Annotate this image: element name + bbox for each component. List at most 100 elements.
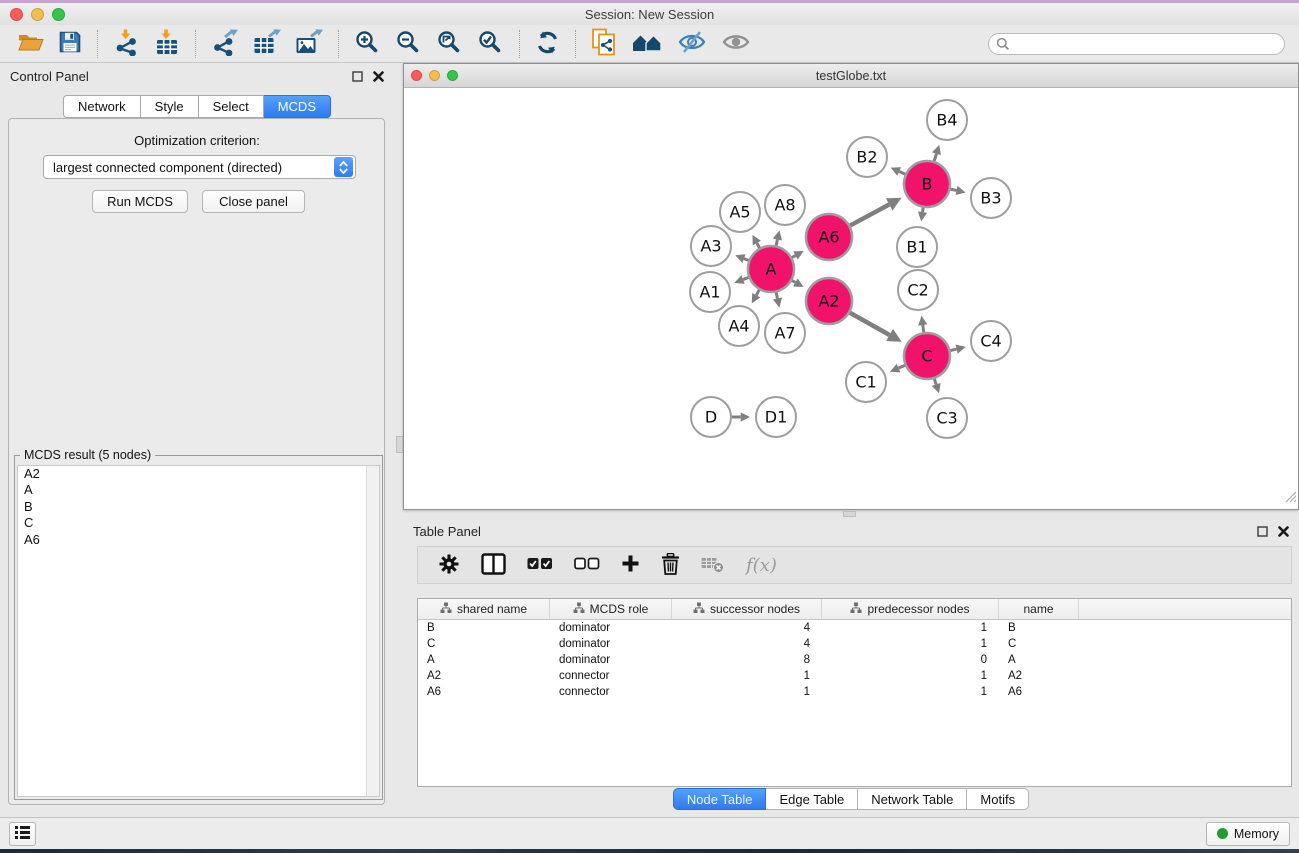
clone-network-button[interactable] [589, 28, 619, 60]
table-cell: 4 [672, 622, 822, 634]
graph-node-label: A8 [774, 196, 795, 215]
mcds-result-item[interactable]: A2 [18, 466, 379, 482]
import-table-button[interactable] [152, 28, 182, 60]
graph-node-label: C4 [980, 332, 1001, 351]
mcds-result-item[interactable]: C [18, 515, 379, 531]
tab-node-table[interactable]: Node Table [673, 788, 767, 810]
desktop-background [0, 849, 1299, 853]
task-history-button[interactable] [9, 822, 36, 846]
table-cell: 1 [672, 686, 822, 698]
graph-edge-A-A4[interactable] [756, 290, 759, 295]
network-canvas[interactable]: B4B2BB3A8A5A6A3B1AA1C2A2A4A7C4CC1DD1C3 [404, 88, 1298, 509]
graph-edge-A2-C[interactable] [850, 313, 890, 335]
graph-edge-C-C1[interactable] [898, 365, 904, 368]
column-header-predecessor-nodes[interactable]: predecessor nodes [822, 599, 999, 619]
horizontal-split-handle[interactable] [843, 511, 856, 517]
run-mcds-button[interactable]: Run MCDS [92, 190, 188, 213]
resize-grip-icon[interactable] [1284, 490, 1297, 508]
zoom-fit-button[interactable] [434, 28, 465, 60]
mcds-list-scrollbar[interactable] [366, 466, 379, 796]
toolbar-separator [195, 30, 196, 58]
table-row[interactable]: Cdominator41C [418, 636, 1291, 652]
memory-button[interactable]: Memory [1206, 822, 1290, 846]
tab-select[interactable]: Select [199, 95, 264, 118]
export-table-button[interactable] [251, 28, 283, 60]
tab-mcds[interactable]: MCDS [264, 95, 331, 118]
open-session-button[interactable] [15, 28, 46, 60]
graph-edge-B-B3[interactable] [950, 189, 956, 190]
mcds-result-item[interactable]: A6 [18, 532, 379, 548]
zoom-out-button[interactable] [393, 28, 424, 60]
network-window-titlebar[interactable]: testGlobe.txt [404, 64, 1298, 88]
delete-column-button[interactable] [655, 551, 686, 580]
table-cell: C [999, 638, 1079, 650]
tab-network-table[interactable]: Network Table [858, 788, 967, 810]
shared-column-icon [440, 602, 452, 617]
table-cell: dominator [550, 654, 672, 666]
refresh-layout-icon [535, 30, 560, 58]
tab-style[interactable]: Style [141, 95, 199, 118]
close-panel-button[interactable] [373, 71, 384, 82]
graph-edge-A-A5[interactable] [757, 243, 760, 248]
float-table-panel-button[interactable] [1257, 526, 1268, 537]
show-hide-button[interactable] [675, 28, 709, 60]
graph-arrowhead [932, 383, 941, 393]
tab-motifs[interactable]: Motifs [967, 788, 1029, 810]
node-table[interactable]: shared nameMCDS rolesuccessor nodesprede… [417, 598, 1292, 787]
graph-edge-A-A6[interactable] [792, 256, 795, 258]
save-session-button[interactable] [56, 28, 84, 60]
table-row[interactable]: Adominator80A [418, 652, 1291, 668]
zoom-selected-button[interactable] [475, 28, 506, 60]
column-header-shared-name[interactable]: shared name [418, 599, 550, 619]
column-header-MCDS-role[interactable]: MCDS role [550, 599, 672, 619]
graph-edge-C-C2[interactable] [923, 325, 924, 332]
graph-edge-A-A3[interactable] [744, 259, 749, 261]
refresh-layout-button[interactable] [533, 28, 562, 60]
import-network-button[interactable] [111, 28, 142, 60]
graph-edge-A-A7[interactable] [776, 292, 777, 298]
show-column-button[interactable] [475, 551, 512, 580]
graph-edge-C-C3[interactable] [934, 379, 936, 385]
close-panel-button-mcds[interactable]: Close panel [202, 190, 305, 213]
graph-edge-B-B2[interactable] [899, 171, 905, 174]
table-cell: 1 [672, 670, 822, 682]
network-graph[interactable]: B4B2BB3A8A5A6A3B1AA1C2A2A4A7C4CC1DD1C3 [404, 88, 1298, 509]
deselect-all-button[interactable] [568, 555, 606, 575]
control-panel-header: Control Panel [0, 63, 394, 89]
graph-node-label: A2 [818, 292, 839, 311]
tab-edge-table[interactable]: Edge Table [766, 788, 858, 810]
criterion-select[interactable]: largest connected component (directed) [43, 155, 356, 179]
table-cell: 1 [822, 670, 999, 682]
column-header-name[interactable]: name [999, 599, 1079, 619]
mcds-result-item[interactable]: A [18, 482, 379, 498]
export-image-button[interactable] [293, 28, 325, 60]
graph-edge-B-B1[interactable] [923, 208, 924, 212]
search-input[interactable] [988, 33, 1285, 55]
create-column-button[interactable] [615, 552, 646, 578]
graph-edge-C-C4[interactable] [950, 349, 956, 350]
table-cell: 4 [672, 638, 822, 650]
first-neighbors-button[interactable] [629, 28, 665, 60]
tab-network[interactable]: Network [63, 95, 141, 118]
select-all-button[interactable] [521, 555, 559, 575]
graph-edge-A6-B[interactable] [850, 204, 889, 225]
graph-edge-A-A2[interactable] [792, 281, 795, 283]
table-row[interactable]: Bdominator41B [418, 620, 1291, 636]
network-view-window: testGlobe.txt B4B2BB3A8A5A6A3B1AA1C2A2A4… [403, 63, 1299, 510]
table-row[interactable]: A2connector11A2 [418, 668, 1291, 684]
graph-node-label: A [766, 260, 777, 279]
graph-edge-A-A1[interactable] [743, 277, 749, 279]
zoom-in-button[interactable] [352, 28, 383, 60]
column-header-successor-nodes[interactable]: successor nodes [672, 599, 822, 619]
graph-edge-A-A8[interactable] [776, 239, 777, 245]
float-panel-button[interactable] [352, 71, 363, 82]
mcds-result-item[interactable]: B [18, 499, 379, 515]
graph-edge-B-B4[interactable] [934, 154, 936, 161]
table-header-row[interactable]: shared nameMCDS rolesuccessor nodesprede… [418, 599, 1291, 620]
export-network-button[interactable] [209, 28, 241, 60]
mcds-result-list[interactable]: A2ABCA6 [17, 465, 380, 797]
close-table-panel-button[interactable] [1278, 526, 1289, 537]
vertical-split-handle[interactable] [396, 436, 403, 453]
table-settings-button[interactable] [432, 551, 466, 580]
table-row[interactable]: A6connector11A6 [418, 684, 1291, 700]
